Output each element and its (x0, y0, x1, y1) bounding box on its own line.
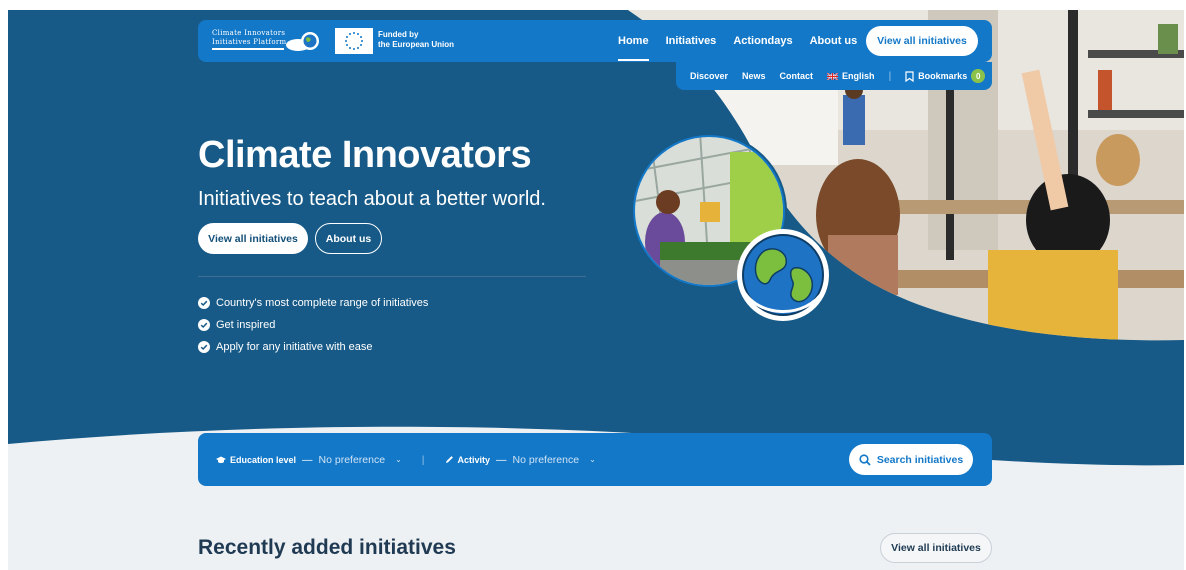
education-level-value[interactable]: No preference (319, 454, 386, 466)
logo-line-1: Climate Innovators (212, 29, 286, 37)
recent-view-all-initiatives-button[interactable]: View all initiatives (880, 533, 992, 563)
feature-item: Country's most complete range of initiat… (198, 292, 428, 314)
chevron-down-icon[interactable]: ⌄ (589, 455, 596, 464)
feature-item: Get inspired (198, 314, 428, 336)
hero-tagline: Initiatives to teach about a better worl… (198, 188, 546, 210)
search-filter-bar: Education level — No preference ⌄ | Acti… (198, 433, 992, 486)
bookmark-count-badge: 0 (971, 69, 986, 83)
language-selector[interactable]: English (827, 71, 875, 81)
chevron-down-icon[interactable]: ⌄ (395, 455, 402, 464)
nav-home[interactable]: Home (618, 35, 649, 61)
activity-filter[interactable]: Activity (445, 455, 490, 465)
hero-view-all-initiatives-button[interactable]: View all initiatives (198, 223, 308, 254)
pencil-icon (445, 456, 453, 463)
nav-actiondays[interactable]: Actiondays (733, 35, 792, 47)
filter-row: Education level — No preference ⌄ | Acti… (216, 433, 596, 486)
nav-about-us[interactable]: About us (810, 35, 858, 47)
graduation-cap-icon (216, 456, 226, 463)
subnav-news[interactable]: News (742, 71, 766, 81)
hero-about-us-button[interactable]: About us (315, 223, 382, 254)
language-label: English (842, 71, 875, 81)
eu-funding-text: Funded by the European Union (378, 30, 454, 49)
education-level-filter[interactable]: Education level (216, 455, 296, 465)
header-view-all-initiatives-button[interactable]: View all initiatives (866, 26, 978, 56)
uk-flag-icon (827, 72, 839, 80)
check-circle-icon (198, 319, 210, 331)
check-circle-icon (198, 341, 210, 353)
feature-list: Country's most complete range of initiat… (198, 292, 428, 358)
nav-initiatives[interactable]: Initiatives (666, 35, 717, 47)
site-header: Climate Innovators Initiatives Platform (198, 20, 992, 62)
bookmarks-label: Bookmarks (918, 71, 968, 81)
hero-title: Climate Innovators (198, 134, 532, 176)
subnav-discover[interactable]: Discover (690, 71, 728, 81)
hero-divider (198, 276, 586, 277)
climate-innovators-logo[interactable]: Climate Innovators Initiatives Platform (212, 28, 320, 55)
eu-flag-icon (335, 28, 373, 54)
logo-line-2: Initiatives Platform (212, 38, 287, 46)
cloud-globe-icon (286, 32, 319, 51)
bookmark-icon (905, 70, 914, 82)
secondary-nav: Discover News Contact English | Bookmark… (676, 62, 992, 90)
main-nav: Home Initiatives Actiondays About us (618, 20, 857, 62)
globe-icon (737, 229, 829, 321)
subnav-contact[interactable]: Contact (780, 71, 814, 81)
recently-added-heading: Recently added initiatives (198, 536, 456, 559)
page: Climate Innovators Initiatives Platform (8, 10, 1184, 570)
search-initiatives-button[interactable]: Search initiatives (849, 444, 973, 475)
activity-value[interactable]: No preference (513, 454, 580, 466)
check-circle-icon (198, 297, 210, 309)
search-icon (859, 453, 871, 466)
bookmarks-link[interactable]: Bookmarks 0 (905, 69, 986, 83)
feature-item: Apply for any initiative with ease (198, 336, 428, 358)
